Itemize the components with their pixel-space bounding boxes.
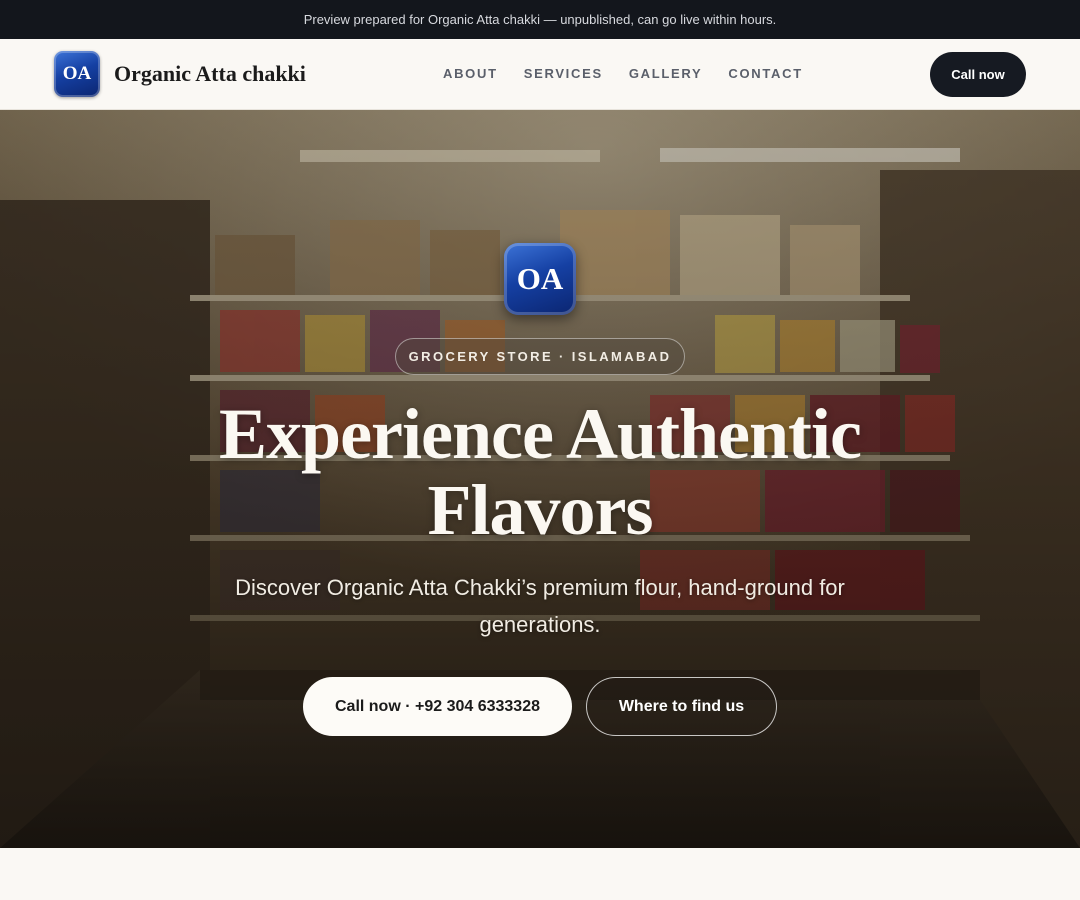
hero-subtitle: Discover Organic Atta Chakki’s premium f… bbox=[235, 575, 845, 637]
nav-services[interactable]: SERVICES bbox=[524, 66, 603, 81]
hero-logo-initials: OA bbox=[516, 261, 564, 296]
nav-gallery[interactable]: GALLERY bbox=[629, 66, 703, 81]
site-header: OA Organic Atta chakki ABOUT SERVICES GA… bbox=[0, 39, 1080, 110]
brand-logo-initials: OA bbox=[62, 63, 92, 84]
preview-banner: Preview prepared for Organic Atta chakki… bbox=[0, 0, 1080, 39]
header-call-button[interactable]: Call now bbox=[930, 52, 1026, 97]
hero-eyebrow-pill: GROCERY STORE · ISLAMABAD bbox=[395, 338, 685, 375]
main-nav: ABOUT SERVICES GALLERY CONTACT bbox=[443, 66, 803, 81]
brand-logo[interactable]: OA bbox=[54, 51, 100, 97]
hero-title: Experience Authentic Flavors bbox=[219, 394, 862, 550]
hero-call-button[interactable]: Call now · +92 304 6333328 bbox=[303, 677, 572, 736]
brand-name[interactable]: Organic Atta chakki bbox=[114, 61, 306, 87]
hero-section: OA GROCERY STORE · ISLAMABAD Experience … bbox=[0, 110, 1080, 848]
next-section bbox=[0, 848, 1080, 900]
preview-banner-text: Preview prepared for Organic Atta chakki… bbox=[303, 12, 777, 27]
hero-find-us-button[interactable]: Where to find us bbox=[586, 677, 777, 736]
nav-about[interactable]: ABOUT bbox=[443, 66, 498, 81]
nav-contact[interactable]: CONTACT bbox=[728, 66, 802, 81]
hero-logo-badge: OA bbox=[504, 243, 576, 315]
